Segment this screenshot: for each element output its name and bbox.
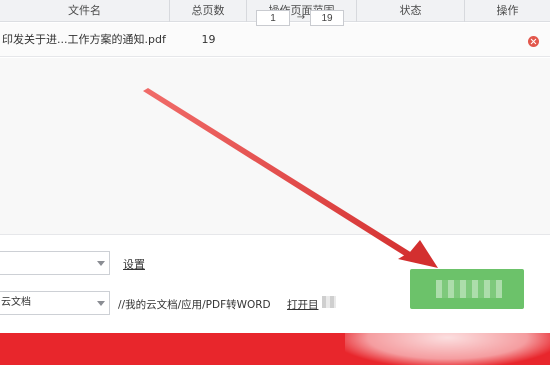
format-select[interactable] bbox=[0, 251, 110, 275]
settings-link[interactable]: 设置 bbox=[123, 256, 145, 272]
watermark-blur bbox=[345, 310, 550, 365]
range-start-input[interactable] bbox=[256, 10, 290, 26]
start-convert-button[interactable] bbox=[410, 269, 524, 309]
pixelated-text bbox=[322, 296, 336, 308]
file-list-area bbox=[0, 58, 550, 234]
output-path: //我的云文档/应用/PDF转WORD bbox=[118, 299, 271, 311]
open-directory-link[interactable]: 打开目 bbox=[287, 297, 319, 312]
file-name: 印发关于进...工作方案的通知.pdf bbox=[2, 33, 166, 46]
range-end-input[interactable] bbox=[310, 10, 344, 26]
range-arrow-icon: → bbox=[296, 12, 306, 23]
output-location-select[interactable]: 云文档 bbox=[0, 291, 110, 315]
chevron-down-icon bbox=[97, 261, 105, 266]
table-row[interactable]: 印发关于进...工作方案的通知.pdf 19 bbox=[0, 23, 550, 57]
chevron-down-icon bbox=[97, 301, 105, 306]
pixelated-button-label bbox=[436, 280, 502, 298]
page-count: 19 bbox=[201, 33, 216, 46]
output-location-value: 云文档 bbox=[1, 297, 31, 308]
column-header-action: 操作 bbox=[496, 4, 519, 17]
column-header-status: 状态 bbox=[357, 0, 465, 22]
delete-icon[interactable] bbox=[528, 36, 539, 47]
column-header-pages: 总页数 bbox=[170, 0, 247, 22]
column-header-filename: 文件名 bbox=[0, 0, 170, 22]
